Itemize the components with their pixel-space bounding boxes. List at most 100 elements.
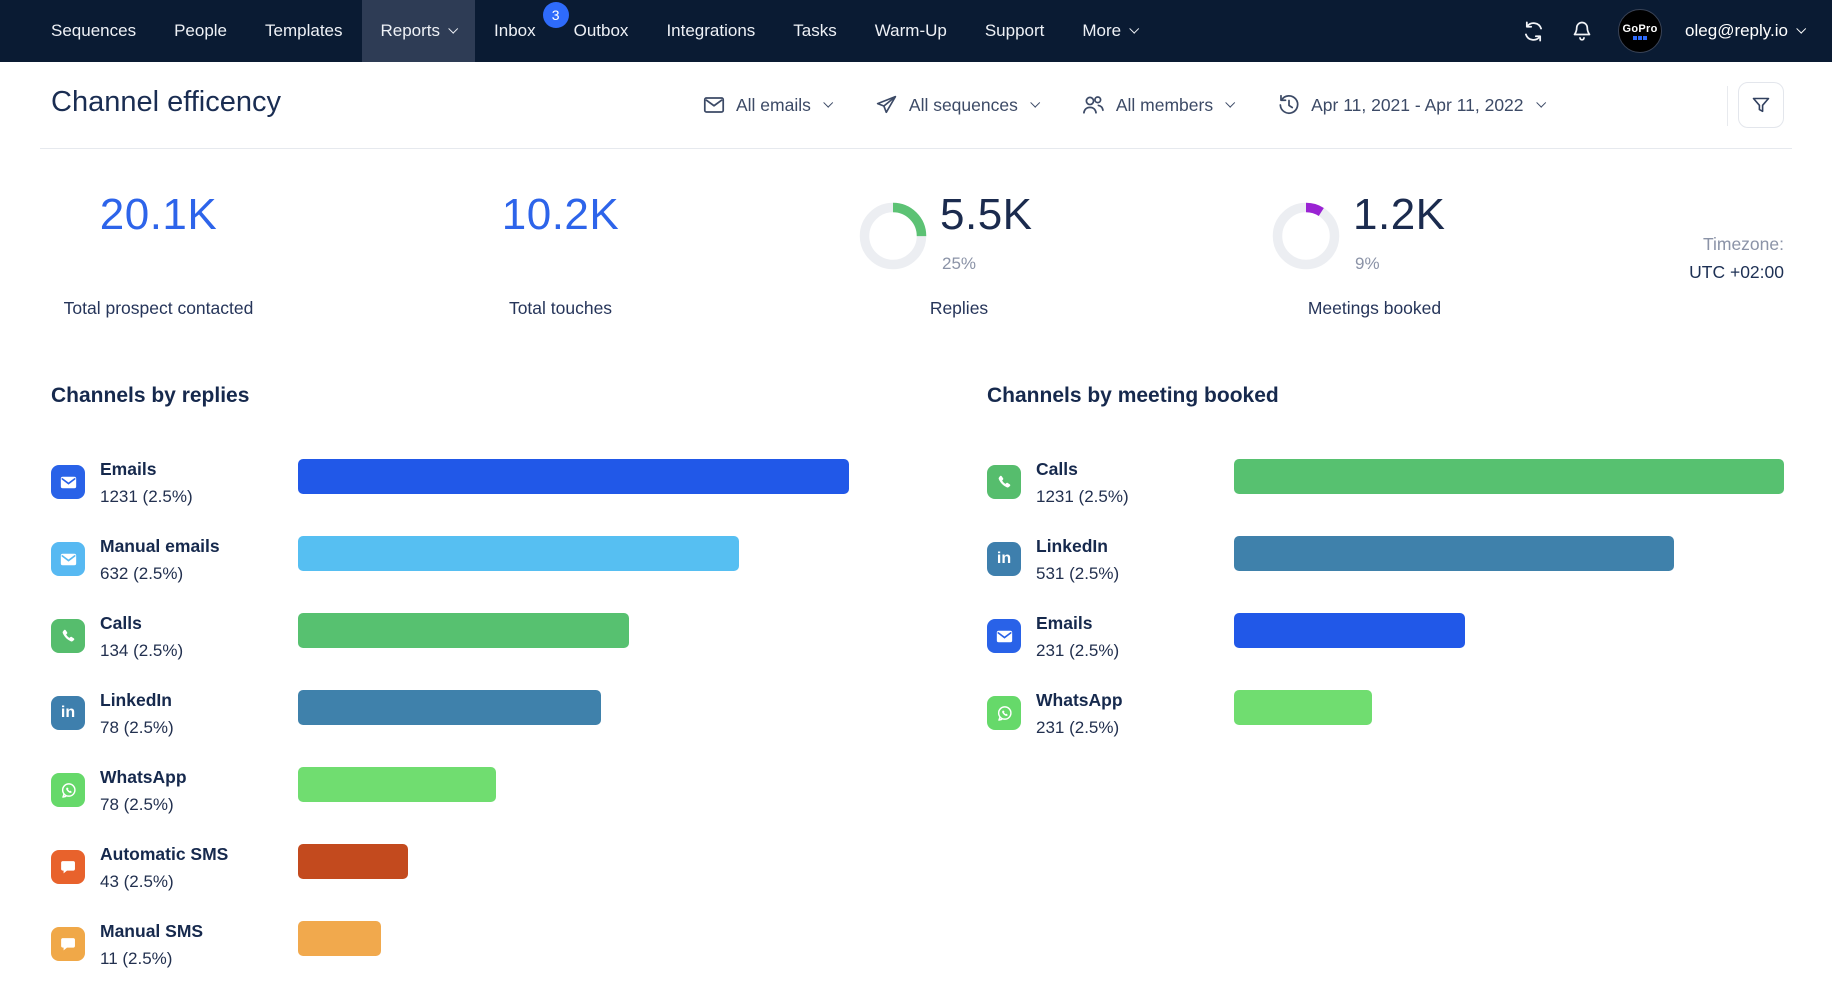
send-icon xyxy=(873,92,900,119)
chart-title: Channels by replies xyxy=(51,384,849,408)
channel-value: 78 (2.5%) xyxy=(100,795,298,815)
nav-item-more[interactable]: More xyxy=(1063,0,1156,62)
envelope-icon xyxy=(700,92,727,119)
linkedin-icon: in xyxy=(51,696,85,730)
channel-bar xyxy=(298,921,381,956)
nav-item-integrations[interactable]: Integrations xyxy=(647,0,774,62)
channel-label: WhatsApp xyxy=(100,766,298,788)
channels-by-replies-chart: Channels by replies Emails 1231 (2.5%) M… xyxy=(51,384,849,408)
channel-bar xyxy=(298,767,496,802)
nav-items: SequencesPeopleTemplatesReportsInbox3Out… xyxy=(0,0,1156,62)
phone-icon xyxy=(51,619,85,653)
bell-icon[interactable] xyxy=(1569,18,1595,44)
divider xyxy=(40,148,1792,149)
kpi-label: Total prospect contacted xyxy=(51,298,266,319)
filter-all-members[interactable]: All members xyxy=(1080,92,1233,119)
timezone-value: UTC +02:00 xyxy=(1689,258,1784,286)
kpi-total-touches: 10.2K Total touches xyxy=(478,180,643,325)
channel-bar xyxy=(1234,459,1784,494)
chevron-down-icon xyxy=(1225,97,1235,107)
channel-efficiency-page: SequencesPeopleTemplatesReportsInbox3Out… xyxy=(0,0,1832,988)
nav-right: GoPro oleg@reply.io xyxy=(1520,0,1832,62)
kpi-label: Replies xyxy=(859,298,1059,319)
linkedin-icon: in xyxy=(987,542,1021,576)
avatar[interactable]: GoPro xyxy=(1618,9,1662,53)
sync-icon[interactable] xyxy=(1520,18,1546,44)
kpi-value: 10.2K xyxy=(478,190,643,240)
channels-by-meeting-booked-chart: Channels by meeting booked Calls 1231 (2… xyxy=(987,384,1784,408)
channel-bar xyxy=(298,536,739,571)
avatar-label: GoPro xyxy=(1622,23,1657,35)
account-menu[interactable]: oleg@reply.io xyxy=(1685,21,1804,41)
whatsapp-icon xyxy=(51,773,85,807)
nav-item-tasks[interactable]: Tasks xyxy=(774,0,855,62)
email-icon xyxy=(51,542,85,576)
channel-value: 43 (2.5%) xyxy=(100,872,298,892)
channel-label: Emails xyxy=(100,458,298,480)
chevron-down-icon xyxy=(823,97,833,107)
channel-row-whatsapp: WhatsApp 78 (2.5%) xyxy=(51,766,849,843)
filter-all-emails[interactable]: All emails xyxy=(700,92,831,119)
chevron-down-icon xyxy=(1536,97,1546,107)
whatsapp-icon xyxy=(987,696,1021,730)
filter-apr-11-2021-apr-11-2022[interactable]: Apr 11, 2021 - Apr 11, 2022 xyxy=(1275,92,1543,119)
timezone-info: Timezone: UTC +02:00 xyxy=(1689,230,1784,286)
kpi-value: 1.2K xyxy=(1353,190,1446,240)
channel-row-calls: Calls 134 (2.5%) xyxy=(51,612,849,689)
meetings-donut-chart xyxy=(1272,202,1340,270)
divider xyxy=(1727,86,1728,126)
channel-row-linkedin: in LinkedIn 78 (2.5%) xyxy=(51,689,849,766)
kpi-total-prospects: 20.1K Total prospect contacted xyxy=(51,180,266,325)
channel-row-whatsapp: WhatsApp 231 (2.5%) xyxy=(987,689,1784,766)
history-icon xyxy=(1275,92,1302,119)
channel-value: 231 (2.5%) xyxy=(1036,718,1234,738)
sms-icon xyxy=(51,927,85,961)
channel-row-calls: Calls 1231 (2.5%) xyxy=(987,458,1784,535)
timezone-label: Timezone: xyxy=(1689,230,1784,258)
channel-value: 1231 (2.5%) xyxy=(100,487,298,507)
channel-label: Manual emails xyxy=(100,535,298,557)
replies-donut-chart xyxy=(859,202,927,270)
channel-bar xyxy=(1234,536,1674,571)
phone-icon xyxy=(987,465,1021,499)
top-navbar: SequencesPeopleTemplatesReportsInbox3Out… xyxy=(0,0,1832,62)
filter-all-sequences[interactable]: All sequences xyxy=(873,92,1038,119)
channel-label: Calls xyxy=(100,612,298,634)
chevron-down-icon xyxy=(1129,23,1139,33)
channel-bar xyxy=(298,844,408,879)
channel-label: Emails xyxy=(1036,612,1234,634)
nav-item-people[interactable]: People xyxy=(155,0,246,62)
channel-value: 134 (2.5%) xyxy=(100,641,298,661)
channel-value: 1231 (2.5%) xyxy=(1036,487,1234,507)
kpi-value: 20.1K xyxy=(51,190,266,240)
channel-label: Automatic SMS xyxy=(100,843,298,865)
email-icon xyxy=(987,619,1021,653)
channel-label: LinkedIn xyxy=(1036,535,1234,557)
channel-row-linkedin: in LinkedIn 531 (2.5%) xyxy=(987,535,1784,612)
page-title: Channel efficency xyxy=(51,86,281,119)
nav-item-outbox[interactable]: Outbox xyxy=(555,0,648,62)
kpi-label: Total touches xyxy=(478,298,643,319)
members-icon xyxy=(1080,92,1107,119)
channel-bar xyxy=(1234,613,1465,648)
nav-item-reports[interactable]: Reports xyxy=(362,0,476,62)
kpi-replies: 5.5K 25% Replies xyxy=(859,180,1059,325)
channel-bar xyxy=(298,459,849,494)
nav-item-sequences[interactable]: Sequences xyxy=(32,0,155,62)
filter-button[interactable] xyxy=(1738,82,1784,128)
channel-value: 78 (2.5%) xyxy=(100,718,298,738)
account-email: oleg@reply.io xyxy=(1685,21,1788,41)
nav-item-support[interactable]: Support xyxy=(966,0,1064,62)
channel-label: Manual SMS xyxy=(100,920,298,942)
channel-label: LinkedIn xyxy=(100,689,298,711)
chevron-down-icon xyxy=(448,23,458,33)
channel-value: 231 (2.5%) xyxy=(1036,641,1234,661)
channel-value: 632 (2.5%) xyxy=(100,564,298,584)
kpi-percent: 25% xyxy=(942,254,976,274)
channel-label: Calls xyxy=(1036,458,1234,480)
nav-item-templates[interactable]: Templates xyxy=(246,0,361,62)
nav-item-warm-up[interactable]: Warm-Up xyxy=(856,0,966,62)
nav-item-inbox[interactable]: Inbox3 xyxy=(475,0,555,62)
email-icon xyxy=(51,465,85,499)
page-header: Channel efficency All emails All sequenc… xyxy=(0,62,1832,148)
